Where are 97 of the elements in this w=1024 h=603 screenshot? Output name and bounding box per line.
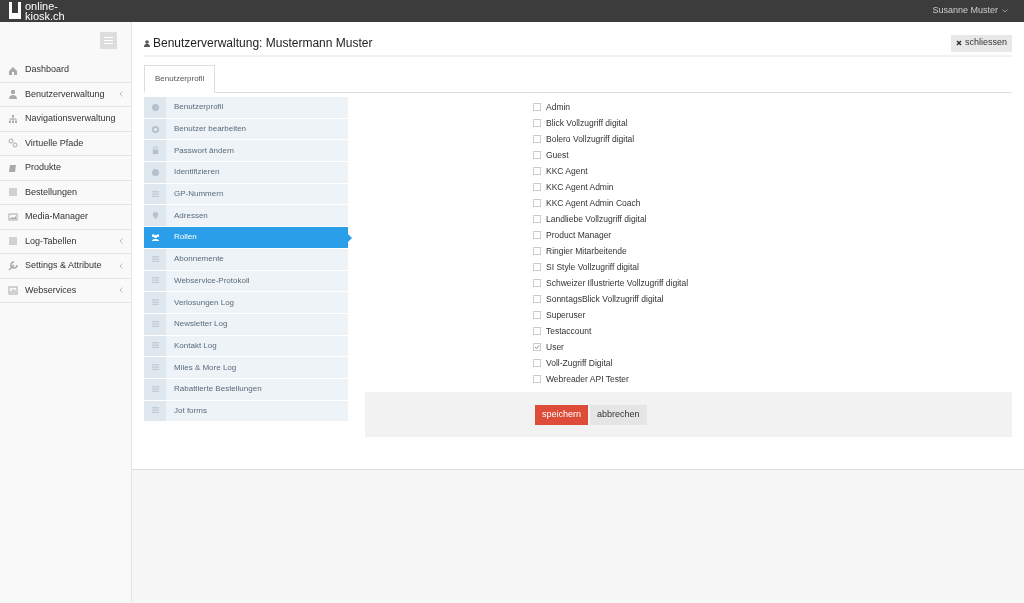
sidebar-item[interactable]: Webservices — [0, 278, 131, 303]
submenu-item[interactable]: Rabattierte Bestellungen — [144, 378, 348, 401]
list-icon — [150, 319, 160, 329]
checkbox[interactable] — [533, 199, 541, 207]
checkbox[interactable] — [533, 359, 541, 367]
wrench-icon — [8, 260, 18, 271]
submenu-item[interactable]: Benutzerprofil — [144, 97, 348, 119]
role-label: User — [546, 340, 564, 354]
list-icon — [150, 254, 160, 264]
role-label: KKC Agent Admin Coach — [546, 196, 641, 210]
list-icon — [150, 276, 160, 286]
role-label: KKC Agent — [546, 164, 588, 178]
submenu-item[interactable]: Jot forms — [144, 400, 348, 423]
submenu-item[interactable]: Miles & More Log — [144, 357, 348, 379]
save-button[interactable]: speichern — [535, 404, 589, 425]
list-icon — [150, 363, 160, 373]
submenu-item[interactable]: Adressen — [144, 205, 348, 228]
role-label: SonntagsBlick Vollzugriff digital — [546, 292, 664, 306]
checkbox[interactable] — [533, 279, 541, 287]
submenu-item[interactable]: Newsletter Log — [144, 313, 348, 336]
tab[interactable]: Benutzerprofil — [144, 65, 216, 93]
cancel-button[interactable]: abbrechen — [590, 404, 647, 425]
role-label: Voll-Zugriff Digital — [546, 356, 613, 370]
checkbox[interactable] — [533, 167, 541, 175]
submenu-item[interactable]: Passwort ändern — [144, 140, 348, 163]
menu-toggle-icon[interactable] — [100, 32, 117, 49]
logo-text: online- kiosk.ch — [25, 1, 65, 21]
chevron-icon — [119, 287, 123, 294]
role-label: Bolero Vollzugriff digital — [546, 132, 635, 146]
submenu-item[interactable]: Kontakt Log — [144, 335, 348, 358]
checkbox[interactable] — [533, 295, 541, 303]
lock-icon — [150, 146, 160, 156]
list-icon — [150, 384, 160, 394]
logo-icon — [8, 2, 22, 20]
sidebar-item[interactable]: Media-Manager — [0, 205, 131, 230]
role-label: Admin — [546, 100, 571, 114]
map-pin-icon — [150, 211, 160, 221]
checkbox[interactable] — [533, 311, 541, 319]
checkbox[interactable] — [533, 151, 541, 159]
role-label: SI Style Vollzugriff digital — [546, 260, 639, 274]
sidebar-item[interactable]: Dashboard — [0, 58, 131, 83]
close-button[interactable]: schliessen — [950, 34, 1012, 52]
submenu-item[interactable]: Verlosungen Log — [144, 292, 348, 314]
checkbox[interactable] — [533, 263, 541, 271]
role-label: Webreader API Tester — [546, 372, 629, 386]
role-label: Guest — [546, 148, 569, 162]
home-icon — [8, 64, 18, 75]
pointer-icon — [348, 234, 352, 243]
user-icon — [144, 39, 150, 47]
list-icon — [8, 187, 18, 198]
chevron-icon — [119, 262, 123, 269]
sitemap-icon — [8, 113, 18, 124]
role-label: Product Manager — [546, 228, 612, 242]
close-icon — [955, 40, 962, 46]
users-icon — [150, 232, 160, 242]
list-icon — [150, 189, 160, 199]
submenu-item[interactable]: Abonnemente — [144, 248, 348, 271]
role-label: KKC Agent Admin — [546, 180, 614, 194]
sidebar-item[interactable]: Benutzerverwaltung — [0, 82, 131, 107]
submenu-item[interactable]: Benutzer bearbeiten — [144, 118, 348, 141]
submenu-item[interactable]: Webservice-Protokoll — [144, 270, 348, 293]
role-label: Landliebe Vollzugriff digital — [546, 212, 647, 226]
checkbox[interactable] — [533, 215, 541, 223]
list-icon — [150, 341, 160, 351]
checkbox[interactable] — [533, 103, 541, 111]
sidebar-item[interactable]: Produkte — [0, 156, 131, 181]
sidebar-item[interactable]: Log-Tabellen — [0, 229, 131, 254]
sidebar-item[interactable]: Settings & Attribute — [0, 254, 131, 279]
sidebar-item[interactable]: Bestellungen — [0, 180, 131, 205]
role-label: Ringier Mitarbeitende — [546, 244, 627, 258]
sidebar-item[interactable]: Virtuelle Pfade — [0, 131, 131, 156]
chevron-icon — [119, 91, 123, 98]
checkbox[interactable] — [533, 183, 541, 191]
user-menu[interactable]: Susanne Muster — [932, 4, 1016, 18]
sidebar-item[interactable]: Navigationsverwaltung — [0, 107, 131, 132]
checkbox[interactable] — [533, 375, 541, 383]
role-label: Testaccount — [546, 324, 592, 338]
list-icon — [150, 406, 160, 416]
user-icon — [8, 89, 18, 100]
caret-icon — [1002, 9, 1008, 13]
role-label: Blick Vollzugriff digital — [546, 116, 628, 130]
image-icon — [8, 211, 18, 222]
chevron-icon — [119, 238, 123, 245]
checkbox[interactable] — [533, 135, 541, 143]
role-label: Schweizer Illustrierte Vollzugriff digital — [546, 276, 689, 290]
submenu-item[interactable]: GP-Nummern — [144, 183, 348, 206]
checkbox[interactable] — [533, 231, 541, 239]
checkbox[interactable] — [533, 327, 541, 335]
link-icon — [8, 138, 18, 149]
list-icon — [150, 298, 160, 308]
checkbox[interactable] — [533, 119, 541, 127]
list-icon — [8, 236, 18, 247]
checkbox[interactable] — [533, 247, 541, 255]
role-label: Superuser — [546, 308, 586, 322]
checkbox[interactable] — [533, 343, 541, 351]
page-title: Benutzerverwaltung: Mustermann Muster — [153, 35, 373, 52]
submenu-item[interactable]: Identifizieren — [144, 162, 348, 184]
